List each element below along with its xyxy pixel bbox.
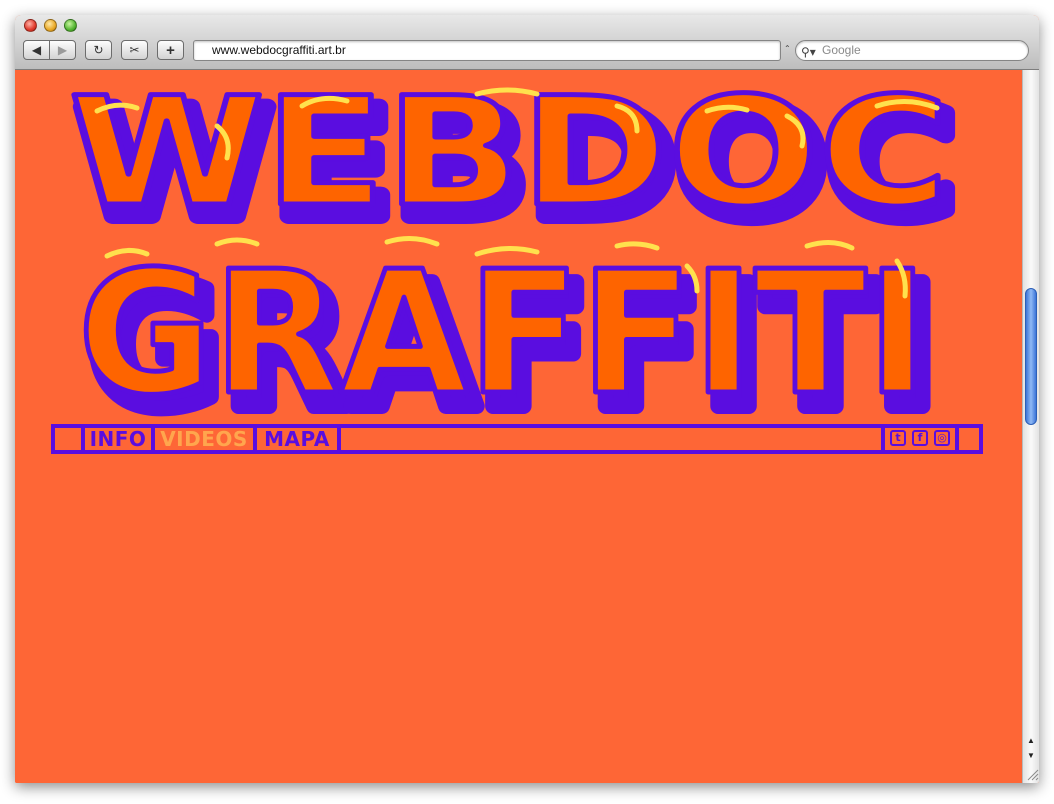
page-content: .lt{font-family:"DejaVu Sans",sans-serif…	[15, 70, 1022, 783]
address-bar[interactable]: www.webdocgraffiti.art.br	[193, 40, 781, 61]
search-field[interactable]: ⚲▾ Google	[795, 40, 1029, 61]
svg-text:WEBDOC: WEBDOC	[69, 76, 949, 240]
vertical-scrollbar[interactable]: ▲ ▼	[1022, 70, 1039, 783]
reload-button[interactable]: ↻	[85, 40, 112, 60]
nav-mapa-link[interactable]: MAPA	[257, 428, 337, 451]
svg-text:GRAFFITI: GRAFFITI	[78, 235, 928, 426]
nav-spacer-middle	[341, 428, 885, 450]
browser-toolbar: ◀ ▶ ↻ ✂ + www.webdocgraffiti.art.br ⌃ ⚲▾…	[15, 15, 1039, 70]
minimize-window-button[interactable]	[44, 19, 57, 32]
back-arrow-icon: ◀	[31, 43, 42, 57]
forward-button[interactable]: ▶	[49, 40, 76, 60]
nav-info-link[interactable]: INFO	[85, 428, 151, 451]
zoom-window-button[interactable]	[64, 19, 77, 32]
scroll-down-arrow-icon[interactable]: ▼	[1027, 751, 1035, 760]
close-window-button[interactable]	[24, 19, 37, 32]
forward-arrow-icon: ▶	[57, 43, 68, 57]
search-placeholder: Google	[822, 43, 861, 57]
url-dropdown-icon[interactable]: ⌃	[784, 44, 791, 53]
snapback-button[interactable]: ✂	[121, 40, 148, 60]
resize-grip-icon[interactable]	[1026, 768, 1039, 781]
plus-icon: +	[166, 41, 175, 59]
scroll-up-arrow-icon[interactable]: ▲	[1027, 736, 1035, 745]
instagram-icon[interactable]: ◎	[934, 430, 950, 446]
scissors-icon: ✂	[129, 43, 140, 57]
magnifier-icon: ⚲▾	[801, 45, 816, 59]
twitter-icon[interactable]: t	[890, 430, 906, 446]
facebook-icon[interactable]: f	[912, 430, 928, 446]
add-bookmark-button[interactable]: +	[157, 40, 184, 60]
scrollbar-thumb[interactable]	[1025, 288, 1037, 425]
nav-spacer-left	[55, 428, 85, 450]
main-nav: INFO VIDEOS MAPA t f ◎	[51, 424, 983, 454]
reload-icon: ↻	[93, 43, 104, 57]
webdoc-graffiti-logo[interactable]: .lt{font-family:"DejaVu Sans",sans-serif…	[47, 76, 991, 426]
back-button[interactable]: ◀	[23, 40, 50, 60]
browser-window: ◀ ▶ ↻ ✂ + www.webdocgraffiti.art.br ⌃ ⚲▾…	[15, 15, 1039, 783]
nav-videos-link[interactable]: VIDEOS	[155, 428, 253, 451]
